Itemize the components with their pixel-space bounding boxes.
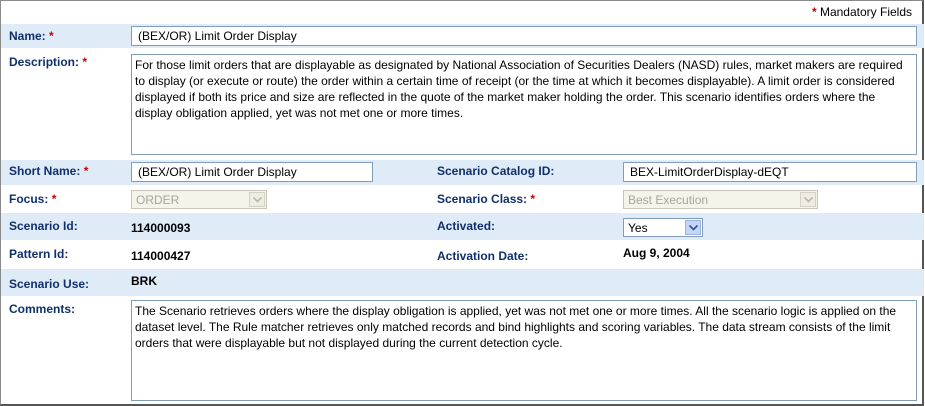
description-label-text: Description: (9, 55, 80, 69)
focus-required-star: * (51, 192, 57, 206)
chevron-down-icon[interactable] (249, 192, 265, 207)
pattern-id-value: 114000427 (131, 249, 191, 263)
scenario-class-label-text: Scenario Class: (437, 192, 528, 206)
pattern-id-label: Pattern Id: (9, 247, 69, 261)
focus-label: Focus: * (9, 192, 56, 206)
focus-label-text: Focus: (9, 192, 49, 206)
short-name-label-text: Short Name: (9, 164, 81, 178)
chevron-down-icon[interactable] (685, 220, 701, 235)
chevron-down-icon[interactable] (800, 192, 816, 207)
name-required-star: * (49, 29, 54, 43)
scenario-class-select[interactable]: Best Execution (623, 190, 818, 209)
activation-date-value: Aug 9, 2004 (623, 246, 690, 260)
description-textarea[interactable]: For those limit orders that are displaya… (131, 54, 917, 155)
comments-textarea[interactable]: The Scenario retrieves orders where the … (131, 300, 917, 401)
scenario-class-select-value: Best Execution (628, 193, 709, 207)
activation-date-label: Activation Date: (437, 249, 529, 263)
short-name-required-star: * (83, 164, 89, 178)
scenario-class-required-star: * (530, 192, 536, 206)
required-star: * (811, 5, 817, 19)
scenario-catalog-id-input[interactable]: BEX-LimitOrderDisplay-dEQT (623, 162, 917, 182)
focus-select[interactable]: ORDER (131, 190, 267, 209)
name-input[interactable]: (BEX/OR) Limit Order Display (131, 26, 917, 46)
name-label-text: Name: (9, 29, 46, 43)
mandatory-fields-note: * Mandatory Fields (812, 5, 912, 19)
scenario-use-label: Scenario Use: (9, 277, 90, 291)
scenario-id-value: 114000093 (131, 221, 191, 235)
scenario-catalog-id-label: Scenario Catalog ID: (437, 164, 555, 178)
activated-select-value: Yes (628, 221, 648, 235)
scenario-class-label: Scenario Class: * (437, 192, 535, 206)
short-name-input[interactable]: (BEX/OR) Limit Order Display (131, 162, 373, 182)
description-required-star: * (82, 55, 88, 69)
comments-label: Comments: (9, 302, 76, 316)
activated-label: Activated: (437, 219, 496, 233)
name-label: Name: * (9, 29, 54, 43)
short-name-label: Short Name: * (9, 164, 88, 178)
scenario-id-label: Scenario Id: (9, 219, 78, 233)
activated-select[interactable]: Yes (623, 218, 703, 237)
scenario-use-value: BRK (131, 274, 157, 288)
focus-select-value: ORDER (136, 193, 180, 207)
mandatory-fields-label: Mandatory Fields (819, 5, 912, 19)
description-label: Description: * (9, 55, 87, 69)
